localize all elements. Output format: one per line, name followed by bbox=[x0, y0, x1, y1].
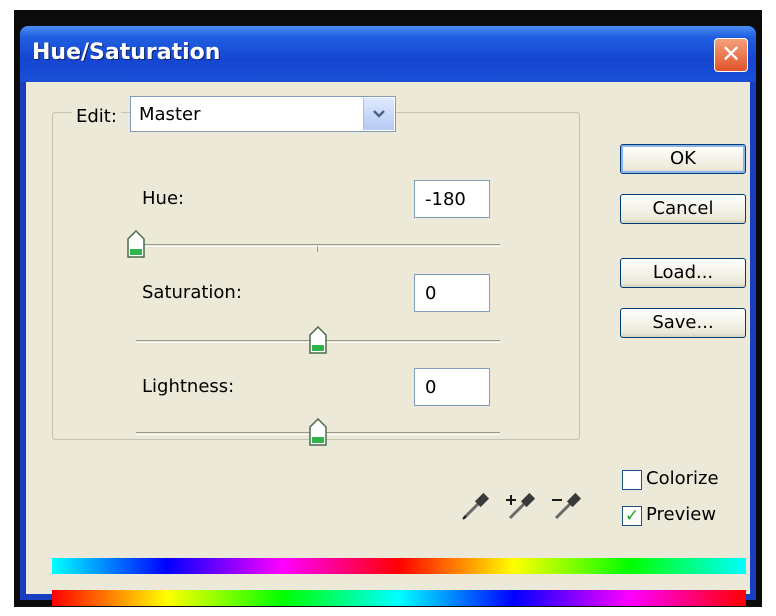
ok-button[interactable]: OK bbox=[620, 144, 746, 174]
hue-value-input[interactable]: -180 bbox=[414, 180, 490, 218]
saturation-label: Saturation: bbox=[142, 282, 242, 303]
hue-slider-thumb[interactable] bbox=[127, 230, 145, 258]
adjusted-hue-spectrum-bar bbox=[52, 558, 746, 574]
cancel-button[interactable]: Cancel bbox=[620, 194, 746, 224]
load-button[interactable]: Load... bbox=[620, 258, 746, 288]
preview-label: Preview bbox=[646, 504, 717, 525]
dialog-client-area: Edit: Master Hue: -180 Saturation: 0 Lig bbox=[26, 82, 750, 606]
eyedropper-minus-icon[interactable] bbox=[550, 490, 584, 524]
hue-slider-track[interactable] bbox=[136, 244, 500, 247]
original-hue-spectrum-bar bbox=[52, 590, 746, 606]
eyedropper-icon[interactable] bbox=[458, 490, 492, 524]
lightness-slider-thumb[interactable] bbox=[309, 418, 327, 446]
hue-label: Hue: bbox=[142, 188, 185, 209]
colorize-checkbox[interactable] bbox=[622, 470, 642, 490]
title-bar[interactable]: Hue/Saturation ✕ bbox=[20, 26, 756, 82]
hue-slider-center-tick bbox=[317, 246, 318, 252]
chevron-down-icon[interactable] bbox=[363, 98, 394, 130]
close-icon: ✕ bbox=[720, 40, 742, 68]
dialog-title: Hue/Saturation bbox=[32, 40, 221, 65]
edit-channel-value: Master bbox=[139, 104, 201, 125]
saturation-value-input[interactable]: 0 bbox=[414, 274, 490, 312]
preview-checkbox[interactable]: ✓ bbox=[622, 506, 642, 526]
adjustment-group bbox=[52, 112, 580, 440]
lightness-value-input[interactable]: 0 bbox=[414, 368, 490, 406]
edit-label: Edit: bbox=[72, 106, 121, 127]
lightness-label: Lightness: bbox=[142, 376, 235, 397]
edit-channel-select[interactable]: Master bbox=[130, 96, 396, 132]
saturation-slider-thumb[interactable] bbox=[309, 326, 327, 354]
hue-saturation-dialog: Hue/Saturation ✕ Edit: Master Hue: -180 … bbox=[20, 26, 756, 606]
close-button[interactable]: ✕ bbox=[714, 38, 748, 72]
eyedropper-plus-icon[interactable] bbox=[504, 490, 538, 524]
colorize-label: Colorize bbox=[646, 468, 719, 489]
save-button[interactable]: Save... bbox=[620, 308, 746, 338]
